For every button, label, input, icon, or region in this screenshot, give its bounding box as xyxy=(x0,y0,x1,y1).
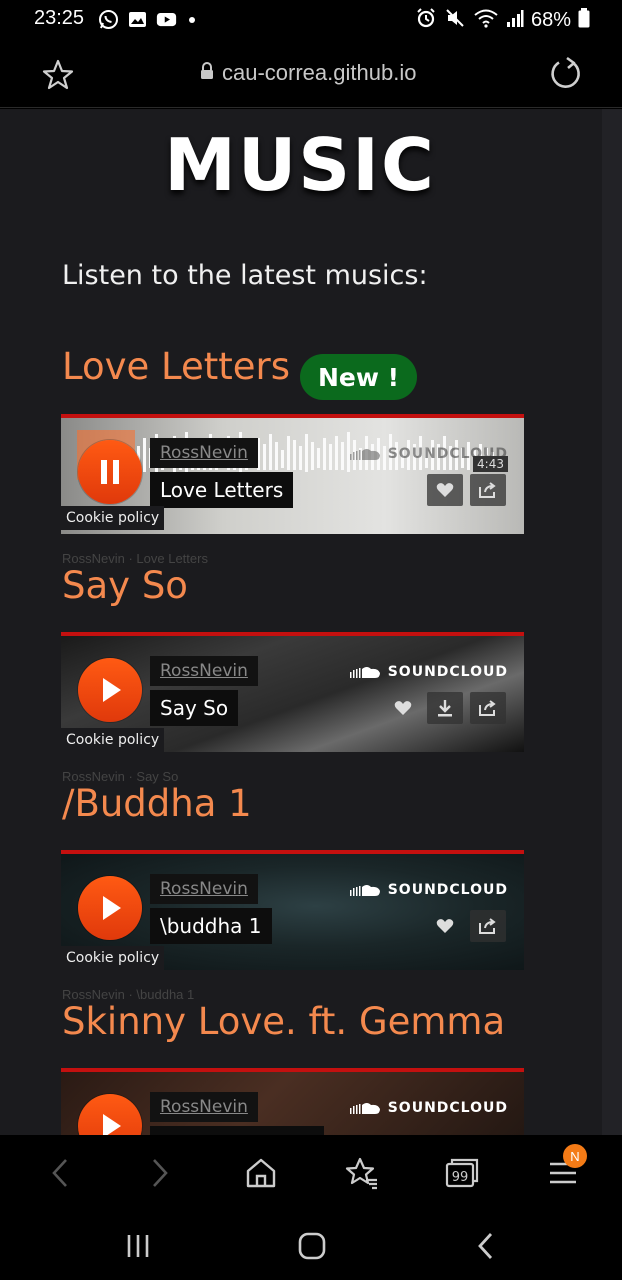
home-circle-icon xyxy=(298,1232,326,1260)
soundcloud-logo[interactable]: SOUNDCLOUD xyxy=(349,882,508,898)
system-navigation-bar xyxy=(0,1210,622,1280)
home-button[interactable] xyxy=(241,1153,281,1193)
status-time: 23:25 xyxy=(34,7,85,29)
track-title[interactable]: Say So xyxy=(150,690,239,726)
signal-icon xyxy=(506,8,524,32)
heart-icon xyxy=(394,701,412,715)
home-system-button[interactable] xyxy=(294,1228,330,1264)
play-icon xyxy=(103,896,121,920)
bookmark-star-icon[interactable] xyxy=(40,57,76,93)
share-icon xyxy=(479,482,496,498)
bookmarks-star-icon xyxy=(345,1157,377,1190)
mute-icon xyxy=(444,7,466,33)
play-icon xyxy=(103,1114,121,1135)
soundcloud-player[interactable]: RossNevin \buddha 1 SOUNDCLOUD Cookie po… xyxy=(61,850,524,970)
artist-link[interactable]: RossNevin xyxy=(150,1092,258,1122)
menu-notification-badge: N xyxy=(563,1144,587,1168)
cookie-policy-link[interactable]: Cookie policy xyxy=(61,946,165,970)
soundcloud-icon xyxy=(349,1103,380,1114)
play-button[interactable] xyxy=(78,876,142,940)
track-title[interactable]: \buddha 1 xyxy=(150,908,272,944)
soundcloud-icon xyxy=(349,667,380,678)
song-title: Love Letters xyxy=(62,345,291,388)
battery-icon xyxy=(578,8,590,32)
pause-icon xyxy=(101,460,119,484)
recent-apps-button[interactable] xyxy=(120,1228,156,1264)
page-scrollbar[interactable] xyxy=(602,109,622,1135)
url-text: cau-correa.github.io xyxy=(222,60,417,85)
page-title: MUSIC xyxy=(164,123,436,207)
soundcloud-label: SOUNDCLOUD xyxy=(387,882,508,898)
share-icon xyxy=(479,700,496,716)
back-button[interactable] xyxy=(40,1153,80,1193)
play-button[interactable] xyxy=(78,658,142,722)
track-title[interactable]: Skinny Love. ft. xyxy=(150,1126,325,1135)
artist-link[interactable]: RossNevin xyxy=(150,438,258,468)
tabs-button[interactable]: 99 xyxy=(442,1153,482,1193)
cookie-policy-link[interactable]: Cookie policy xyxy=(61,728,165,752)
soundcloud-label: SOUNDCLOUD xyxy=(387,664,508,680)
share-icon xyxy=(479,918,496,934)
tabs-icon: 99 xyxy=(445,1158,479,1188)
browser-toolbar: cau-correa.github.io xyxy=(0,40,622,108)
track-duration: 4:43 xyxy=(473,456,508,472)
system-status: 68% xyxy=(415,7,590,33)
song-title: Say So xyxy=(62,564,188,607)
new-badge: New ! xyxy=(300,354,417,400)
play-icon xyxy=(103,678,121,702)
forward-button[interactable] xyxy=(140,1153,180,1193)
pause-button[interactable] xyxy=(78,440,142,504)
soundcloud-player[interactable]: RossNevin Say So SOUNDCLOUD Cookie polic… xyxy=(61,632,524,752)
notification-icons xyxy=(98,9,195,30)
intro-text: Listen to the latest musics: xyxy=(62,260,428,291)
alarm-icon xyxy=(415,7,437,33)
bookmarks-button[interactable] xyxy=(342,1153,382,1193)
soundcloud-icon xyxy=(349,449,380,460)
gallery-icon xyxy=(127,9,148,30)
more-notifications-dot xyxy=(189,16,195,23)
wifi-icon xyxy=(473,7,499,33)
heart-icon xyxy=(436,483,454,497)
soundcloud-icon xyxy=(349,885,380,896)
song-title: /Buddha 1 xyxy=(62,782,252,825)
back-arrow-icon xyxy=(52,1159,67,1187)
forward-arrow-icon xyxy=(153,1159,168,1187)
track-title[interactable]: Love Letters xyxy=(150,472,294,508)
back-system-button[interactable] xyxy=(468,1228,504,1264)
address-bar[interactable]: cau-correa.github.io xyxy=(200,60,416,86)
soundcloud-logo[interactable]: SOUNDCLOUD xyxy=(349,664,508,680)
share-button[interactable] xyxy=(470,474,506,506)
share-button[interactable] xyxy=(470,910,506,942)
soundcloud-logo[interactable]: SOUNDCLOUD xyxy=(349,1100,508,1116)
lock-icon xyxy=(200,60,214,86)
soundcloud-label: SOUNDCLOUD xyxy=(387,1100,508,1116)
like-button[interactable] xyxy=(385,692,421,724)
battery-percentage: 68% xyxy=(530,8,571,31)
home-icon xyxy=(246,1158,276,1188)
youtube-icon xyxy=(156,9,177,30)
soundcloud-player[interactable]: RossNevin Skinny Love. ft. SOUNDCLOUD xyxy=(61,1068,524,1135)
like-button[interactable] xyxy=(427,474,463,506)
browser-bottom-nav: 99 xyxy=(0,1135,622,1210)
recent-apps-icon xyxy=(127,1235,149,1257)
artist-link[interactable]: RossNevin xyxy=(150,874,258,904)
heart-icon xyxy=(436,919,454,933)
whatsapp-icon xyxy=(98,9,119,30)
soundcloud-player[interactable]: RossNevin Love Letters SOUNDCLOUD 4:43 C… xyxy=(61,414,524,534)
like-button[interactable] xyxy=(427,910,463,942)
artist-link[interactable]: RossNevin xyxy=(150,656,258,686)
back-chevron-icon xyxy=(478,1233,493,1259)
download-button[interactable] xyxy=(427,692,463,724)
download-icon xyxy=(438,700,452,717)
tabs-count: 99 xyxy=(452,1170,469,1185)
cookie-policy-link[interactable]: Cookie policy xyxy=(61,506,165,530)
reload-icon[interactable] xyxy=(546,55,584,93)
web-page[interactable]: MUSIC Listen to the latest musics: Love … xyxy=(0,109,622,1135)
song-title: Skinny Love. ft. Gemma xyxy=(62,1000,506,1043)
share-button[interactable] xyxy=(470,692,506,724)
status-bar: 23:25 68% xyxy=(0,0,622,40)
